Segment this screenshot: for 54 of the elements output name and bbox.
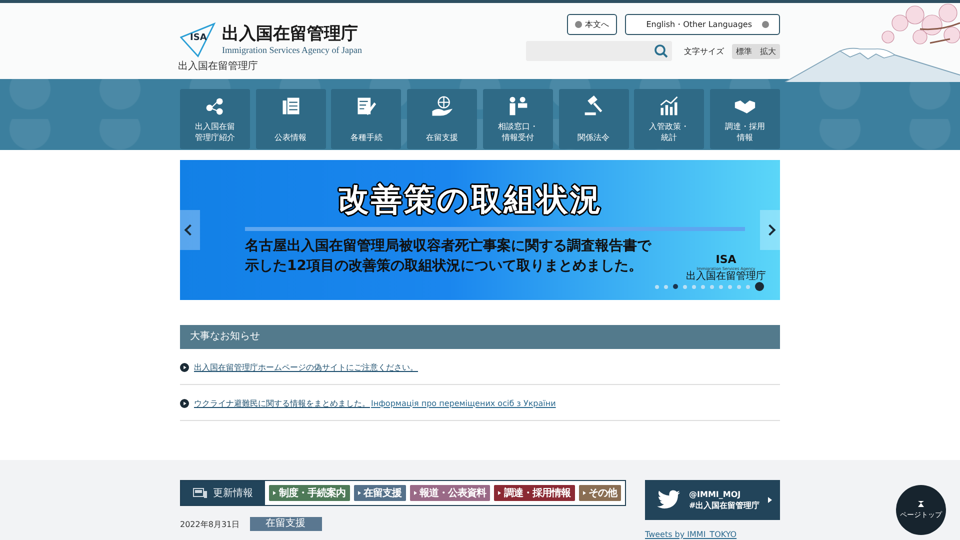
category-filter-button[interactable]: 制度・手続案内: [269, 485, 350, 501]
font-size-button[interactable]: 拡大: [756, 44, 780, 58]
slide-indicator[interactable]: [673, 284, 678, 289]
nav-menu-item[interactable]: 公表情報: [256, 89, 326, 149]
search-field[interactable]: [526, 41, 672, 61]
chart-icon: [658, 95, 680, 117]
twitter-timeline-link[interactable]: Tweets by IMMI_TOKYO: [645, 530, 780, 539]
banner-title: 改善策の取組状況: [338, 180, 603, 220]
next-slide-button[interactable]: [760, 210, 780, 250]
category-filter-button[interactable]: 調達・採用情報: [494, 485, 574, 501]
logo-caption: 出入国在留管理庁: [686, 271, 766, 282]
skip-to-content-button[interactable]: 本文へ: [567, 14, 618, 35]
category-tag: 在留支援: [250, 517, 322, 531]
category-filter-button[interactable]: 報道・公表資料: [410, 485, 490, 501]
font-size-label: 文字サイズ: [684, 46, 724, 56]
twitter-card[interactable]: @IMMI_MOJ #出入国在留管理庁: [645, 480, 780, 520]
notice-link[interactable]: Інформація про переміщених осіб з України: [371, 398, 556, 408]
search-icon[interactable]: [654, 44, 668, 58]
nav-menu-item[interactable]: 入管政策・ 統計: [634, 89, 704, 149]
arrow-circle-icon: [180, 398, 189, 408]
nav-menu-item[interactable]: 各種手続: [331, 89, 402, 149]
twitter-hashtag: #出入国在留管理庁: [689, 500, 760, 511]
category-filter-button[interactable]: その他: [578, 485, 621, 501]
globe-icon: [431, 95, 454, 117]
bird-icon: [657, 490, 681, 510]
play-icon[interactable]: [755, 282, 764, 291]
nav-menu-item[interactable]: 関係法令: [558, 89, 629, 149]
arrow-circle-icon: [180, 362, 189, 372]
section-header: 大事なお知らせ: [180, 325, 780, 349]
notice-link[interactable]: ウクライナ避難民に関する情報をまとめました。: [194, 398, 370, 408]
nav-menu-item[interactable]: 調達・採用 情報: [710, 89, 780, 149]
language-button[interactable]: English・Other Languages: [625, 14, 780, 35]
notice-link[interactable]: 出入国在留管理庁ホームページの偽サイトにご注意ください。: [194, 362, 418, 372]
banner-text: 名古屋出入国在留管理局被収容者死亡事案に関する調査報告書で: [245, 236, 651, 256]
entry-date: 2022年8月31日: [180, 518, 240, 530]
nav-menu-item[interactable]: 在留支援: [407, 89, 478, 149]
updates-title: 更新情報: [213, 486, 253, 500]
banner-text: 示した12項目の改善策の取組状況について取りまとめました。: [245, 256, 642, 276]
twitter-handle: @IMMI_MOJ: [689, 489, 742, 500]
category-filter-button[interactable]: 在留支援: [354, 485, 406, 501]
previous-slide-button[interactable]: [180, 210, 200, 250]
font-size-button[interactable]: 標準: [732, 44, 756, 58]
gavel-icon: [582, 95, 605, 117]
logo-triangle-icon: [180, 22, 216, 58]
nav-menu-item[interactable]: 相談窓口・ 情報受付: [482, 89, 553, 149]
logo-mark-caption: 出入国在留管理庁: [178, 61, 258, 72]
caret-icon: [768, 497, 772, 503]
monitor-icon: [193, 488, 207, 498]
logo-mark: ISA: [190, 33, 207, 43]
logo-mark: ISA: [716, 253, 736, 266]
site-subtitle: Immigration Services Agency of Japan: [222, 44, 362, 56]
form-icon: [355, 95, 378, 117]
nav-menu-item[interactable]: 出入国在留 管理庁紹介: [180, 89, 250, 149]
site-title: 出入国在留管理庁: [222, 24, 359, 44]
